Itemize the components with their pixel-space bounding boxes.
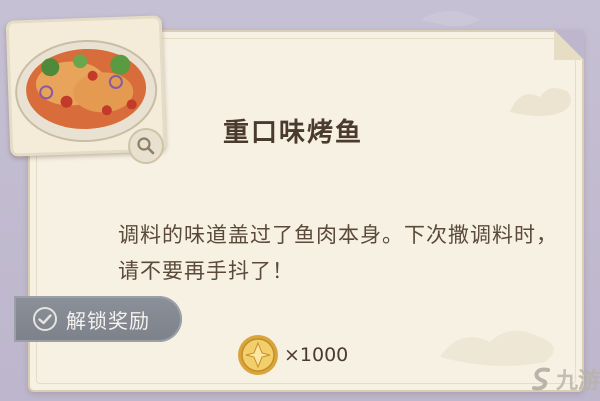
watermark: 九游 [516,360,600,398]
corner-fold-decoration [554,30,584,60]
unlock-reward-label: 解锁奖励 [66,308,150,333]
cloud-decoration [510,88,571,116]
magnify-button[interactable] [128,128,164,164]
jiuyou-logo-icon [531,367,550,391]
check-circle-icon [33,307,57,331]
magnifier-icon [137,137,155,155]
gold-coin-icon [237,334,279,376]
dish-title: 重口味烤鱼 [223,118,364,148]
watermark-text: 九游 [555,369,600,394]
dish-description: 调料的味道盖过了鱼肉本身。下次撒调料时，请不要再手抖了！ [118,223,558,283]
unlock-reward-badge: 解锁奖励 [14,296,182,342]
reward-count: ×1000 [284,344,349,366]
